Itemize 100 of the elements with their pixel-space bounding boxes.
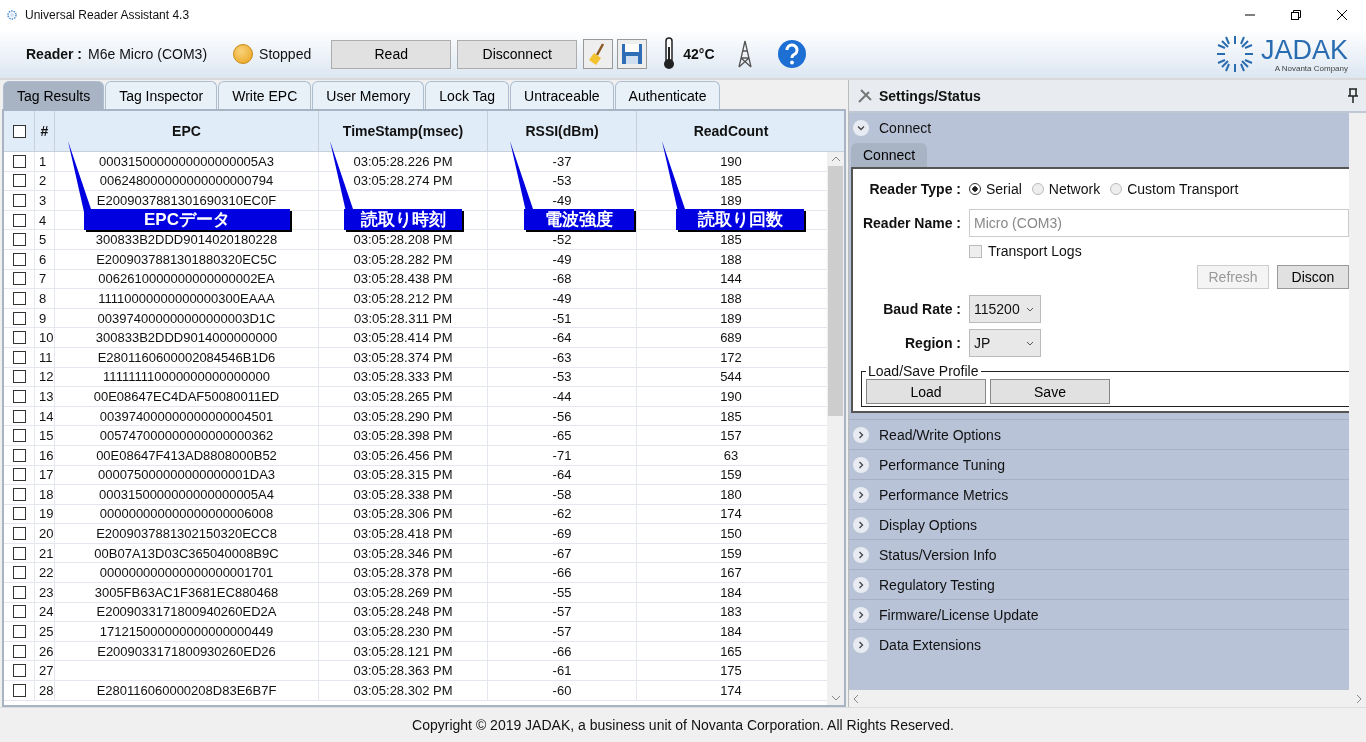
- epc-value: E280116060000208D83E6B7F: [96, 682, 277, 698]
- restore-icon[interactable]: [1290, 9, 1302, 21]
- row-checkbox[interactable]: [12, 311, 26, 325]
- timestamp-value: 03:05:28.363 PM: [353, 663, 453, 679]
- radio-option[interactable]: Serial: [969, 181, 1022, 197]
- section-header[interactable]: Display Options: [849, 509, 1349, 539]
- section-header[interactable]: Read/Write Options: [849, 419, 1349, 449]
- tab[interactable]: Tag Inspector: [105, 81, 218, 109]
- radio-option[interactable]: Network: [1031, 181, 1101, 197]
- section-header[interactable]: Connect: [849, 113, 1349, 143]
- close-icon[interactable]: [1336, 9, 1348, 21]
- tab[interactable]: Authenticate: [614, 81, 721, 109]
- row-number: 7: [39, 271, 47, 287]
- read-count-value: 174: [720, 682, 742, 698]
- row-checkbox[interactable]: [12, 448, 26, 462]
- horizontal-scrollbar[interactable]: [849, 690, 1366, 707]
- column-header[interactable]: #: [34, 111, 54, 151]
- sunburst-logo-icon: [1214, 34, 1255, 74]
- row-checkbox[interactable]: [12, 252, 26, 266]
- row-checkbox[interactable]: [12, 154, 26, 168]
- vertical-scrollbar[interactable]: [827, 152, 844, 705]
- row-checkbox[interactable]: [12, 389, 26, 403]
- vertical-scrollbar[interactable]: [1349, 113, 1366, 690]
- baud-rate-dropdown[interactable]: 115200: [969, 295, 1041, 323]
- row-checkbox[interactable]: [12, 194, 26, 207]
- section-header[interactable]: Data Extensions: [849, 629, 1349, 659]
- caret-icon: [1026, 340, 1034, 346]
- tab[interactable]: User Memory: [312, 81, 425, 109]
- epc-value: 171215000000000000000449: [99, 624, 274, 640]
- section-header[interactable]: Firmware/License Update: [849, 599, 1349, 629]
- section-header[interactable]: Status/Version Info: [849, 539, 1349, 569]
- row-checkbox[interactable]: [12, 507, 26, 521]
- row-checkbox[interactable]: [12, 409, 26, 423]
- profile-button[interactable]: Load: [866, 379, 986, 404]
- row-checkbox[interactable]: [12, 468, 26, 482]
- read-count-value: 544: [720, 369, 742, 385]
- read-count-value: 185: [720, 408, 742, 424]
- row-number: 8: [39, 290, 47, 306]
- pin-icon[interactable]: [1346, 87, 1360, 104]
- row-checkbox[interactable]: [12, 291, 26, 305]
- scroll-right-icon[interactable]: [1356, 693, 1362, 704]
- tab[interactable]: Tag Results: [3, 81, 105, 109]
- timestamp-value: 03:05:28.265 PM: [353, 388, 453, 404]
- radio-option[interactable]: Custom Transport: [1110, 181, 1239, 197]
- tab[interactable]: Untraceable: [510, 81, 614, 109]
- help-icon[interactable]: [776, 39, 807, 69]
- row-checkbox[interactable]: [12, 683, 26, 697]
- scroll-up-icon[interactable]: [830, 156, 841, 162]
- epc-value: E2009037881301690310EC0F: [96, 193, 277, 208]
- row-checkbox[interactable]: [12, 350, 26, 364]
- toolbar-button[interactable]: Read: [331, 39, 452, 69]
- row-checkbox[interactable]: [12, 605, 26, 619]
- rssi-value: -63: [552, 349, 572, 365]
- epc-value: 111111110000000000000000: [103, 369, 270, 385]
- save-icon[interactable]: [617, 39, 648, 69]
- tab[interactable]: Connect: [851, 143, 928, 167]
- row-checkbox[interactable]: [12, 331, 26, 345]
- row-checkbox[interactable]: [12, 487, 26, 501]
- row-number: 5: [39, 232, 47, 248]
- row-checkbox[interactable]: [12, 546, 26, 560]
- read-count-value: 190: [720, 388, 742, 404]
- row-checkbox[interactable]: [12, 213, 26, 227]
- tab[interactable]: Lock Tag: [425, 81, 510, 109]
- scroll-down-icon[interactable]: [830, 695, 841, 701]
- row-checkbox[interactable]: [12, 566, 26, 580]
- panel-button[interactable]: Discon: [1277, 265, 1349, 289]
- transport-logs-checkbox[interactable]: Transport Logs: [969, 243, 1082, 259]
- toolbar-button[interactable]: Disconnect: [457, 39, 578, 69]
- tab[interactable]: Write EPC: [218, 81, 312, 109]
- row-checkbox[interactable]: [12, 644, 26, 658]
- profile-button[interactable]: Save: [990, 379, 1110, 404]
- select-all-checkbox[interactable]: [12, 124, 26, 138]
- row-checkbox[interactable]: [12, 233, 26, 247]
- field-label: Reader Type :: [868, 181, 961, 197]
- callout-label: 読取り時刻: [344, 209, 462, 230]
- row-checkbox[interactable]: [12, 429, 26, 443]
- rssi-value: -65: [552, 428, 572, 444]
- row-number: 22: [39, 565, 54, 581]
- section-header[interactable]: Performance Metrics: [849, 479, 1349, 509]
- timestamp-value: 03:05:28.414 PM: [353, 330, 453, 346]
- row-checkbox[interactable]: [12, 174, 26, 188]
- row-checkbox[interactable]: [12, 272, 26, 286]
- read-count-value: 183: [720, 604, 742, 620]
- epc-value: 300833B2DDD9014020180228: [95, 232, 278, 248]
- rssi-value: -62: [552, 506, 572, 522]
- timestamp-value: 03:05:28.311 PM: [353, 310, 453, 326]
- region-dropdown[interactable]: JP: [969, 329, 1041, 357]
- row-number: 19: [39, 506, 54, 522]
- section-header[interactable]: Performance Tuning: [849, 449, 1349, 479]
- row-checkbox[interactable]: [12, 664, 26, 678]
- broom-icon[interactable]: [583, 39, 614, 69]
- epc-value: 000000000000000000006008: [99, 506, 274, 522]
- read-count-value: 189: [720, 193, 742, 208]
- section-header[interactable]: Regulatory Testing: [849, 569, 1349, 599]
- row-checkbox[interactable]: [12, 585, 26, 599]
- rssi-value: -64: [552, 467, 572, 483]
- scroll-left-icon[interactable]: [853, 693, 859, 704]
- row-checkbox[interactable]: [12, 625, 26, 639]
- row-checkbox[interactable]: [12, 527, 26, 541]
- row-checkbox[interactable]: [12, 370, 26, 384]
